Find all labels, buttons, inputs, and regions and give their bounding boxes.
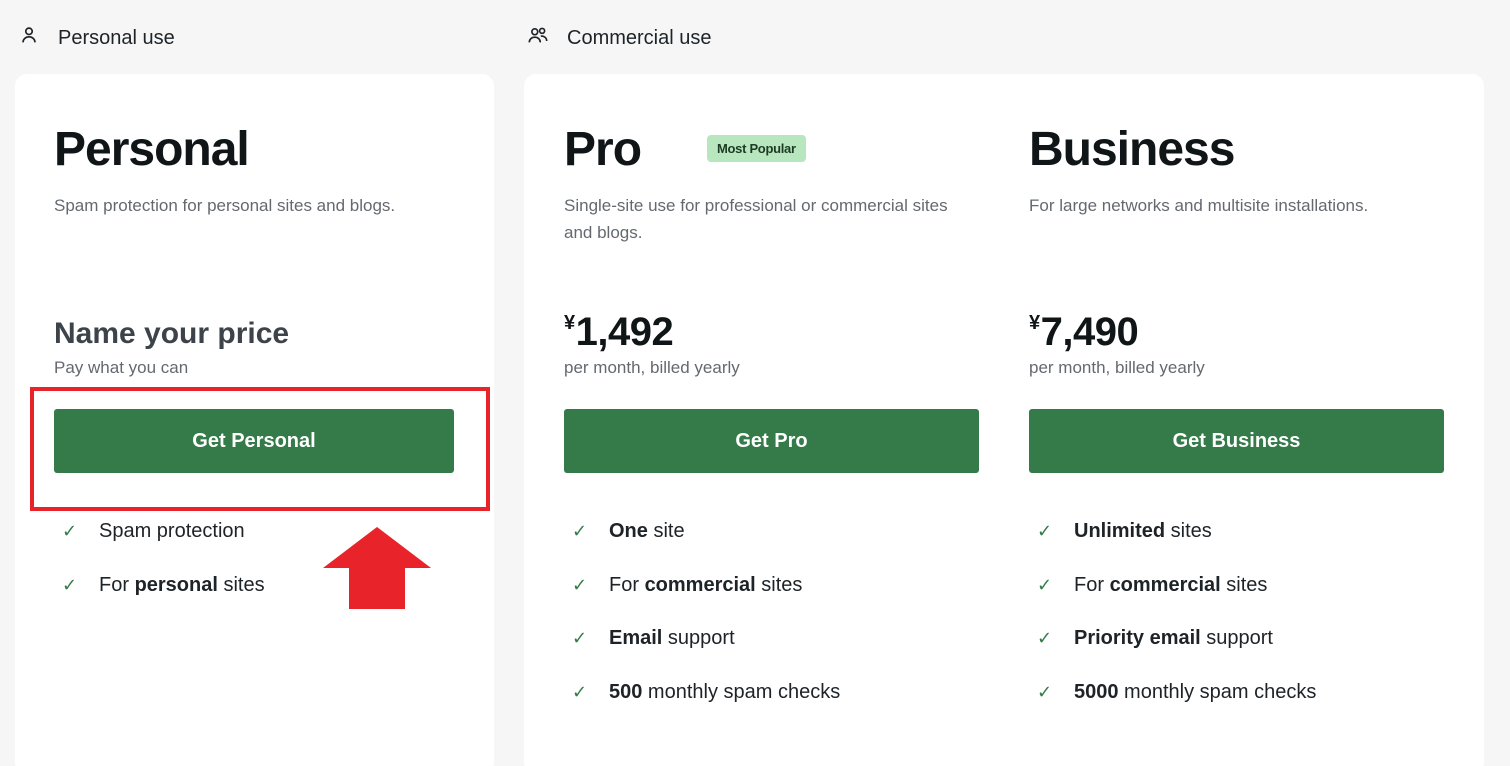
feature-item: ✓ Priority email support	[1029, 624, 1316, 678]
feature-item: ✓ Spam protection	[54, 517, 265, 571]
plan-card-commercial: Pro Most Popular Single-site use for pro…	[524, 74, 1484, 766]
plan-description: For large networks and multisite install…	[1029, 196, 1369, 215]
checkmark-icon: ✓	[1037, 628, 1053, 648]
feature-list: ✓ One site ✓ For commercial sites ✓ Email sup…	[564, 517, 840, 731]
currency-symbol: ¥	[564, 312, 575, 334]
checkmark-icon: ✓	[1037, 521, 1053, 541]
plan-title: Pro	[564, 123, 642, 176]
price: ¥1,492	[564, 310, 674, 355]
price-note: Pay what you can	[54, 358, 189, 377]
price: ¥7,490	[1029, 310, 1139, 355]
feature-item: ✓ For commercial sites	[564, 571, 840, 625]
feature-text: 5000 monthly spam checks	[1074, 680, 1317, 703]
section-header-personal: Personal use	[18, 24, 175, 52]
checkmark-icon: ✓	[1037, 574, 1053, 595]
feature-text: Spam protection	[99, 520, 245, 542]
plan-title: Business	[1029, 123, 1235, 176]
plan-title: Personal	[54, 123, 250, 176]
get-business-button[interactable]: Get Business	[1029, 409, 1444, 473]
section-label-personal: Personal use	[58, 26, 175, 49]
most-popular-badge: Most Popular	[707, 135, 806, 162]
feature-item: ✓ 5000 monthly spam checks	[1029, 678, 1316, 732]
price-note: per month, billed yearly	[1029, 358, 1205, 377]
price-amount: 7,490	[1040, 310, 1139, 354]
checkmark-icon: ✓	[572, 681, 588, 702]
feature-list: ✓ Spam protection ✓ For personal sites	[54, 517, 265, 624]
highlight-box	[30, 387, 490, 511]
checkmark-icon: ✓	[572, 628, 588, 648]
feature-text: Unlimited sites	[1074, 520, 1212, 542]
checkmark-icon: ✓	[572, 521, 588, 541]
section-header-commercial: Commercial use	[527, 24, 711, 52]
feature-text: One site	[609, 520, 685, 542]
feature-text: Priority email support	[1074, 627, 1273, 649]
feature-list: ✓ Unlimited sites ✓ For commercial sites ✓ Pr…	[1029, 517, 1316, 731]
checkmark-icon: ✓	[572, 574, 588, 595]
feature-text: For commercial sites	[1074, 573, 1268, 596]
feature-item: ✓ Email support	[564, 624, 840, 678]
people-icon	[527, 24, 549, 52]
feature-item: ✓ Unlimited sites	[1029, 517, 1316, 571]
section-label-commercial: Commercial use	[567, 26, 712, 49]
price-heading: Name your price	[54, 317, 290, 350]
price-amount: 1,492	[575, 310, 674, 354]
feature-text: 500 monthly spam checks	[609, 680, 841, 703]
checkmark-icon: ✓	[62, 521, 78, 541]
feature-text: For commercial sites	[609, 573, 803, 596]
feature-text: For personal sites	[99, 573, 265, 596]
checkmark-icon: ✓	[62, 574, 78, 595]
currency-symbol: ¥	[1029, 312, 1040, 334]
get-pro-button[interactable]: Get Pro	[564, 409, 979, 473]
checkmark-icon: ✓	[1037, 681, 1053, 702]
red-up-arrow	[323, 527, 431, 609]
feature-text: Email support	[609, 627, 735, 649]
plan-description: Single-site use for professional or comm…	[564, 196, 948, 242]
person-icon	[18, 24, 40, 52]
price-note: per month, billed yearly	[564, 358, 740, 377]
feature-item: ✓ One site	[564, 517, 840, 571]
feature-item: ✓ For commercial sites	[1029, 571, 1316, 625]
plan-description: Spam protection for personal sites and b…	[54, 196, 396, 215]
feature-item: ✓ 500 monthly spam checks	[564, 678, 840, 732]
feature-item: ✓ For personal sites	[54, 571, 265, 625]
